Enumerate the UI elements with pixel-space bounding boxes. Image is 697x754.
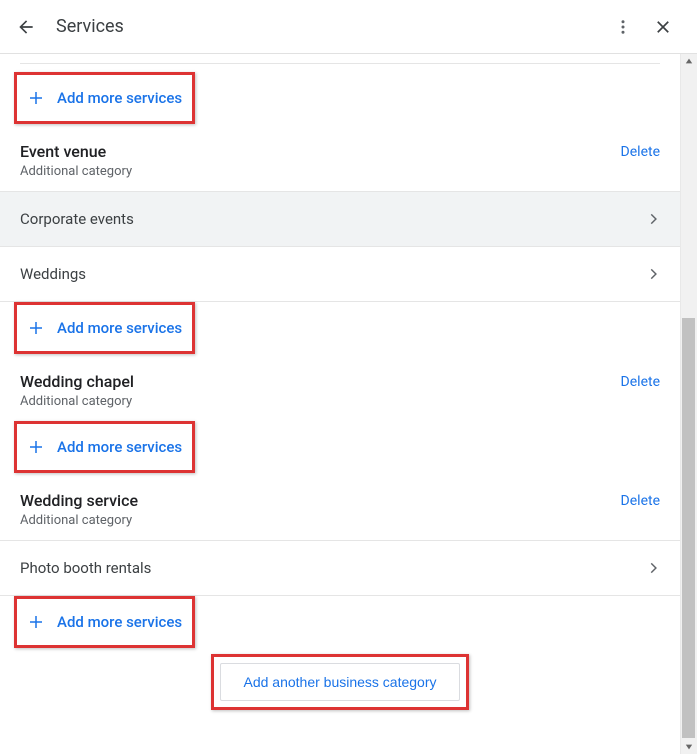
highlight-box: Add more services	[14, 596, 195, 648]
category-sub: Additional category	[20, 394, 621, 409]
highlight-box: Add another business category	[211, 654, 468, 710]
service-label: Photo booth rentals	[20, 559, 646, 577]
add-more-label: Add more services	[57, 319, 182, 337]
service-label: Corporate events	[20, 210, 646, 228]
add-more-label: Add more services	[57, 89, 182, 107]
partial-row-divider	[20, 54, 660, 64]
category-header-wedding-chapel: Wedding chapel Additional category Delet…	[0, 354, 680, 421]
scroll-up-arrow-icon[interactable]	[681, 54, 697, 68]
add-more-services-link[interactable]: Add more services	[23, 424, 186, 470]
add-more-services-link[interactable]: Add more services	[23, 599, 186, 645]
delete-category-link[interactable]: Delete	[621, 493, 660, 509]
chevron-right-icon	[646, 561, 660, 575]
delete-category-link[interactable]: Delete	[621, 144, 660, 160]
add-business-category-button[interactable]: Add another business category	[220, 663, 459, 701]
chevron-right-icon	[646, 267, 660, 281]
back-arrow-icon[interactable]	[14, 15, 38, 39]
plus-icon	[27, 613, 45, 631]
category-sub: Additional category	[20, 164, 621, 179]
category-name: Event venue	[20, 142, 621, 161]
add-more-label: Add more services	[57, 613, 182, 631]
content-area: Add more services Event venue Additional…	[0, 54, 680, 754]
highlight-box: Add more services	[14, 302, 195, 354]
category-sub: Additional category	[20, 513, 621, 528]
plus-icon	[27, 438, 45, 456]
highlight-box: Add more services	[14, 72, 195, 124]
scrollbar-thumb[interactable]	[682, 318, 695, 738]
delete-category-link[interactable]: Delete	[621, 374, 660, 390]
service-label: Weddings	[20, 265, 646, 283]
category-header-event-venue: Event venue Additional category Delete	[0, 124, 680, 192]
top-bar: Services	[0, 0, 697, 54]
service-row-corporate-events[interactable]: Corporate events	[0, 192, 680, 247]
highlight-box: Add more services	[14, 421, 195, 473]
page-title: Services	[56, 16, 603, 37]
add-more-services-link[interactable]: Add more services	[23, 305, 186, 351]
plus-icon	[27, 319, 45, 337]
close-icon[interactable]	[643, 7, 683, 47]
category-name: Wedding service	[20, 491, 621, 510]
vertical-scrollbar[interactable]	[680, 54, 697, 754]
service-row-weddings[interactable]: Weddings	[0, 247, 680, 302]
service-row-photo-booth[interactable]: Photo booth rentals	[0, 541, 680, 596]
add-more-label: Add more services	[57, 438, 182, 456]
category-name: Wedding chapel	[20, 372, 621, 391]
chevron-right-icon	[646, 212, 660, 226]
plus-icon	[27, 89, 45, 107]
scroll-down-arrow-icon[interactable]	[681, 740, 697, 754]
category-header-wedding-service: Wedding service Additional category Dele…	[0, 473, 680, 541]
overflow-menu-icon[interactable]	[603, 7, 643, 47]
add-more-services-link[interactable]: Add more services	[23, 75, 186, 121]
